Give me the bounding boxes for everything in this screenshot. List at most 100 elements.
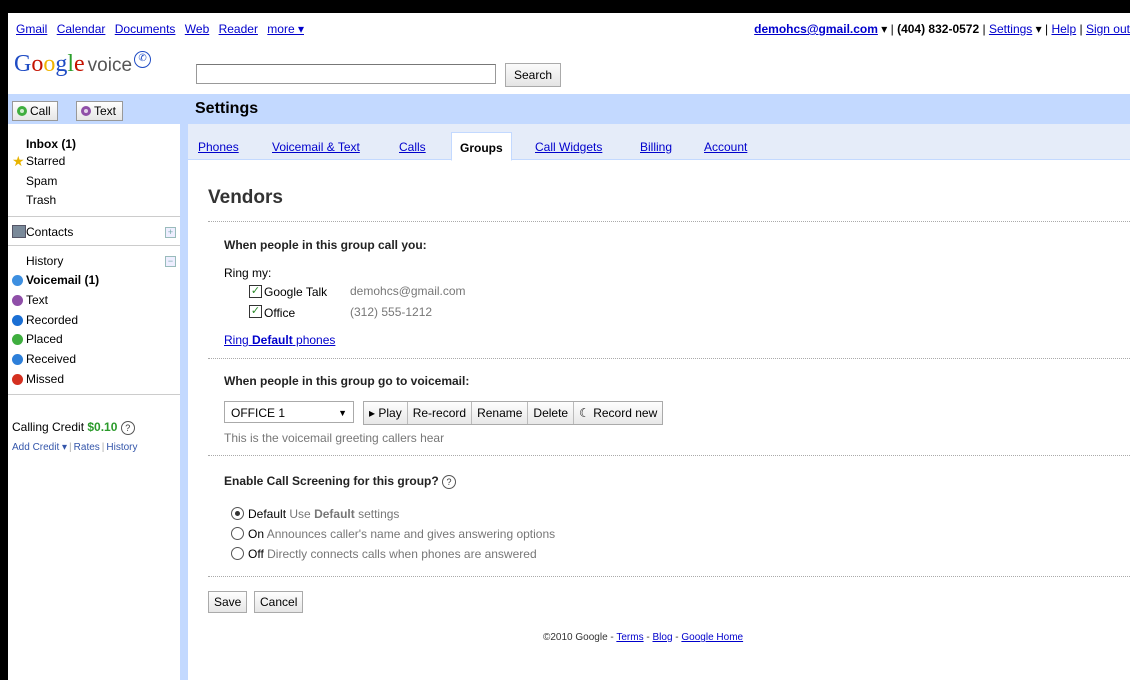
office-checkbox[interactable]: ✓ bbox=[249, 305, 262, 318]
logo-letter: l bbox=[67, 51, 75, 77]
logo-product-name: voice bbox=[87, 55, 133, 76]
sidebar-item-inbox[interactable]: Inbox (1) bbox=[26, 137, 76, 151]
logo-letter: g bbox=[55, 51, 68, 77]
sidebar-item-contacts[interactable]: Contacts bbox=[26, 225, 73, 239]
greeting-select[interactable]: OFFICE 1 ▼ bbox=[224, 401, 354, 423]
calling-credit: Calling Credit $0.10 ? bbox=[12, 420, 135, 435]
voicemail-section-heading: When people in this group go to voicemai… bbox=[224, 374, 470, 388]
search-button[interactable]: Search bbox=[505, 63, 561, 87]
ring-default-phones-link[interactable]: Ring Default phones bbox=[224, 333, 335, 347]
settings-header: Settings bbox=[188, 94, 1130, 124]
link-reader[interactable]: Reader bbox=[219, 22, 258, 36]
cancel-button[interactable]: Cancel bbox=[254, 591, 304, 613]
sidebar-item-voicemail[interactable]: Voicemail (1) bbox=[26, 273, 99, 287]
sign-out-link[interactable]: Sign out bbox=[1086, 22, 1130, 36]
phone-handset-icon: ✆ bbox=[134, 51, 152, 68]
call-icon bbox=[17, 106, 27, 116]
sidebar-item-trash[interactable]: Trash bbox=[26, 193, 56, 207]
google-bar: Gmail Calendar Documents Web Reader more… bbox=[8, 13, 1130, 39]
greeting-select-value: OFFICE 1 bbox=[231, 406, 286, 420]
screening-section-heading: Enable Call Screening for this group? ? bbox=[224, 474, 457, 489]
re-record-button[interactable]: Re-record bbox=[406, 402, 471, 424]
tab-billing[interactable]: Billing bbox=[640, 140, 672, 154]
account-email-link[interactable]: demohcs@gmail.com bbox=[754, 22, 878, 36]
rates-link[interactable]: Rates bbox=[74, 442, 100, 453]
rename-button[interactable]: Rename bbox=[471, 402, 527, 424]
help-link[interactable]: Help bbox=[1051, 22, 1076, 36]
tab-call-widgets[interactable]: Call Widgets bbox=[535, 140, 602, 154]
google-home-link[interactable]: Google Home bbox=[681, 632, 743, 643]
content-left-border bbox=[180, 94, 188, 680]
play-button[interactable]: ▸ Play bbox=[364, 402, 407, 424]
missed-call-icon bbox=[12, 374, 23, 385]
link-web[interactable]: Web bbox=[185, 22, 209, 36]
screening-default-option: Default Use Default settings bbox=[248, 507, 399, 521]
credit-links: Add Credit ▾ | Rates | History bbox=[12, 442, 138, 453]
recorded-icon bbox=[12, 315, 23, 326]
screening-on-desc: Announces caller's name and gives answer… bbox=[266, 527, 556, 541]
screening-on-radio[interactable] bbox=[231, 527, 244, 540]
save-button[interactable]: Save bbox=[208, 591, 248, 613]
tab-phones[interactable]: Phones bbox=[198, 140, 239, 154]
call-section-heading: When people in this group call you: bbox=[224, 238, 427, 252]
screening-off-label: Off bbox=[248, 547, 264, 561]
record-new-button[interactable]: ☾ Record new bbox=[573, 402, 662, 424]
history-link[interactable]: History bbox=[106, 442, 137, 453]
help-question-icon[interactable]: ? bbox=[442, 475, 457, 489]
link-more[interactable]: more ▾ bbox=[267, 22, 304, 36]
ring-default-bold: Default bbox=[252, 333, 293, 347]
blog-link[interactable]: Blog bbox=[652, 632, 672, 643]
delete-button[interactable]: Delete bbox=[527, 402, 573, 424]
account-caret-icon[interactable]: ▾ bbox=[881, 22, 887, 36]
collapse-history-icon[interactable]: − bbox=[165, 256, 176, 267]
google-talk-checkbox[interactable]: ✓ bbox=[249, 285, 262, 298]
tab-groups[interactable]: Groups bbox=[451, 132, 512, 161]
expand-contacts-icon[interactable]: + bbox=[165, 227, 176, 238]
tab-voicemail-text[interactable]: Voicemail & Text bbox=[272, 140, 360, 154]
desc-bold: Default bbox=[314, 507, 355, 521]
google-talk-label: Google Talk bbox=[264, 285, 328, 299]
sidebar-item-history[interactable]: History bbox=[26, 254, 63, 268]
ring-my-label: Ring my: bbox=[224, 266, 272, 280]
add-credit-link[interactable]: Add Credit ▾ bbox=[12, 442, 67, 453]
desc-text: settings bbox=[354, 507, 400, 521]
star-icon: ★ bbox=[12, 153, 25, 169]
sidebar-item-placed[interactable]: Placed bbox=[26, 332, 63, 346]
settings-caret-icon[interactable]: ▾ bbox=[1036, 22, 1042, 36]
screening-default-radio[interactable] bbox=[231, 507, 244, 520]
calling-credit-label: Calling Credit bbox=[12, 420, 85, 434]
text-button[interactable]: Text bbox=[76, 101, 124, 121]
link-documents[interactable]: Documents bbox=[115, 22, 176, 36]
terms-link[interactable]: Terms bbox=[616, 632, 643, 643]
section-divider bbox=[208, 221, 1130, 222]
screening-off-radio[interactable] bbox=[231, 547, 244, 560]
sidebar-item-missed[interactable]: Missed bbox=[26, 372, 64, 386]
sidebar-item-received[interactable]: Received bbox=[26, 352, 76, 366]
link-gmail[interactable]: Gmail bbox=[16, 22, 47, 36]
section-divider bbox=[208, 576, 1130, 577]
call-button[interactable]: Call bbox=[12, 101, 58, 121]
account-links: demohcs@gmail.com ▾ | (404) 832-0572 | S… bbox=[754, 22, 1130, 36]
desc-text: Use bbox=[289, 507, 315, 521]
screening-default-desc: Use Default settings bbox=[289, 507, 399, 521]
settings-link[interactable]: Settings bbox=[989, 22, 1032, 36]
google-apps-links: Gmail Calendar Documents Web Reader more… bbox=[16, 22, 310, 36]
google-voice-logo[interactable]: Google voice ✆ bbox=[14, 51, 152, 81]
sidebar-item-text[interactable]: Text bbox=[26, 293, 48, 307]
sidebar-item-recorded[interactable]: Recorded bbox=[26, 313, 78, 327]
help-question-icon[interactable]: ? bbox=[120, 421, 135, 435]
tab-account[interactable]: Account bbox=[704, 140, 747, 154]
placed-call-icon bbox=[12, 334, 23, 345]
tab-calls[interactable]: Calls bbox=[399, 140, 426, 154]
group-name-heading: Vendors bbox=[208, 187, 283, 208]
received-call-icon bbox=[12, 354, 23, 365]
section-divider bbox=[208, 455, 1130, 456]
search-input[interactable] bbox=[196, 64, 496, 84]
link-calendar[interactable]: Calendar bbox=[57, 22, 106, 36]
sidebar-item-starred[interactable]: Starred bbox=[26, 154, 65, 168]
ring-default-text: phones bbox=[292, 333, 336, 347]
screening-on-label: On bbox=[248, 527, 265, 541]
page-title: Settings bbox=[195, 100, 259, 117]
sidebar-item-spam[interactable]: Spam bbox=[26, 174, 57, 188]
logo-letter: o bbox=[43, 51, 56, 77]
